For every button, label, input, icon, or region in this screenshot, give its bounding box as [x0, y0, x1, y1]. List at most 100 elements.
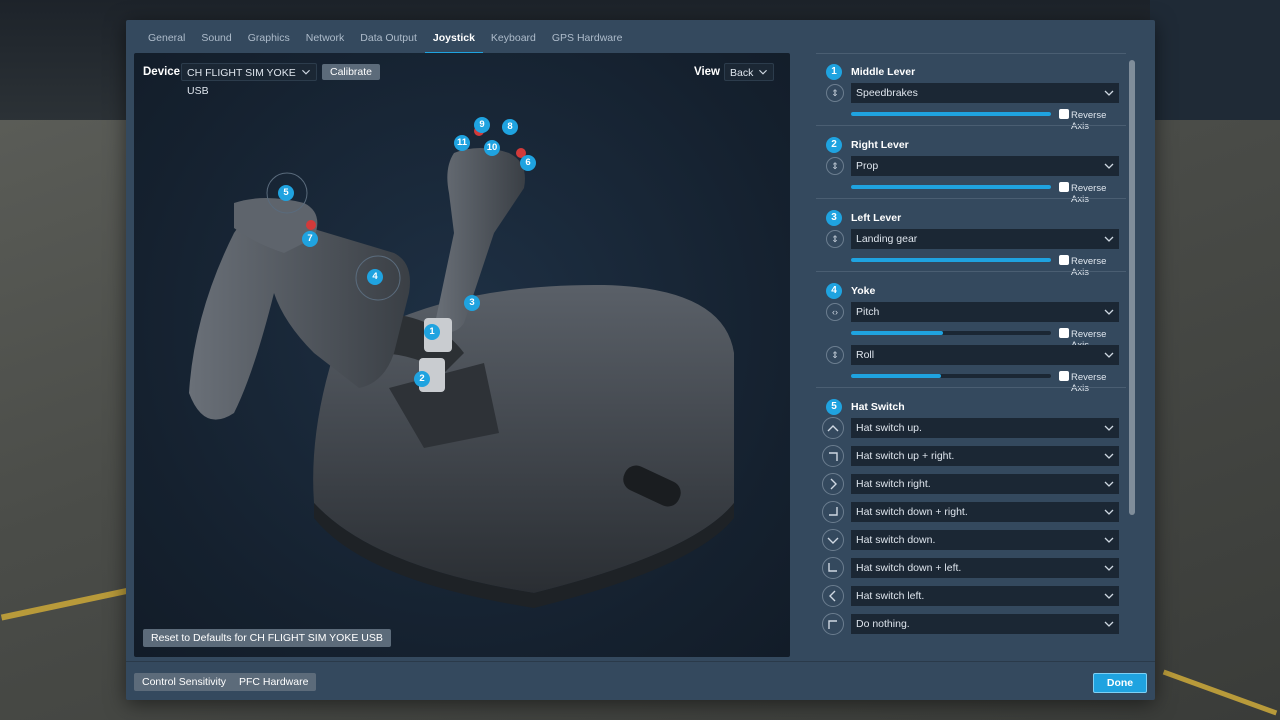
yoke-roll-axis-slider[interactable] [851, 374, 1051, 378]
hat-up-right-select[interactable]: Hat switch up + right. [851, 446, 1119, 466]
marker-10[interactable]: 10 [484, 140, 500, 156]
chevron-down-icon [1103, 474, 1115, 494]
middle-lever-reverse-checkbox[interactable] [1059, 109, 1069, 119]
marker-8[interactable]: 8 [502, 119, 518, 135]
hat-down-value: Hat switch down. [856, 534, 936, 546]
device-viewer: Device CH FLIGHT SIM YOKE USB Calibrate … [134, 53, 790, 657]
tab-gps-hardware[interactable]: GPS Hardware [544, 30, 631, 52]
hat-up-right-icon [822, 445, 844, 467]
right-lever-value: Prop [856, 160, 879, 172]
hat-down-left-select[interactable]: Hat switch down + left. [851, 558, 1119, 578]
chevron-down-icon [1103, 229, 1115, 249]
pfc-hardware-button[interactable]: PFC Hardware [231, 673, 317, 691]
yoke-pitch-reverse-checkbox[interactable] [1059, 328, 1069, 338]
hat-left-select[interactable]: Hat switch left. [851, 586, 1119, 606]
reset-defaults-button[interactable]: Reset to Defaults for CH FLIGHT SIM YOKE… [143, 629, 391, 647]
yoke-roll-reverse-checkbox[interactable] [1059, 371, 1069, 381]
hat-up-left-icon [822, 613, 844, 635]
tab-network[interactable]: Network [298, 30, 353, 52]
reverse-axis-label: Reverse Axis [1071, 183, 1107, 205]
yoke-pitch-value: Pitch [856, 306, 880, 318]
chevron-down-icon [1103, 446, 1115, 466]
chevron-down-icon [1103, 502, 1115, 522]
settings-window: General Sound Graphics Network Data Outp… [126, 20, 1155, 700]
hat-left-value: Hat switch left. [856, 590, 925, 602]
hat-up-value: Hat switch up. [856, 422, 922, 434]
yoke-roll-value: Roll [856, 349, 875, 361]
hat-up-left-value: Do nothing. [856, 618, 910, 630]
tab-data-output[interactable]: Data Output [352, 30, 425, 52]
hat-down-right-icon [822, 501, 844, 523]
right-lever-select[interactable]: Prop [851, 156, 1119, 176]
tab-sound[interactable]: Sound [193, 30, 239, 52]
marker-2[interactable]: 2 [414, 371, 430, 387]
vertical-axis-icon: ⇕ [826, 157, 844, 175]
right-lever-reverse-checkbox[interactable] [1059, 182, 1069, 192]
tab-graphics[interactable]: Graphics [240, 30, 298, 52]
hat-right-select[interactable]: Hat switch right. [851, 474, 1119, 494]
section-number-3: 3 [826, 210, 842, 226]
marker-7[interactable]: 7 [302, 231, 318, 247]
hat-down-select[interactable]: Hat switch down. [851, 530, 1119, 550]
hat-down-left-icon [822, 557, 844, 579]
vertical-axis-icon: ⇕ [826, 84, 844, 102]
hat-down-left-value: Hat switch down + left. [856, 562, 962, 574]
marker-11[interactable]: 11 [454, 135, 470, 151]
hat-right-value: Hat switch right. [856, 478, 931, 490]
hat-up-select[interactable]: Hat switch up. [851, 418, 1119, 438]
yoke-roll-select[interactable]: Roll [851, 345, 1119, 365]
section-title-hat-switch: Hat Switch [851, 401, 905, 413]
chevron-down-icon [1103, 156, 1115, 176]
marker-1[interactable]: 1 [424, 324, 440, 340]
hat-left-icon [822, 585, 844, 607]
right-lever-axis-slider[interactable] [851, 185, 1051, 189]
left-lever-value: Landing gear [856, 233, 918, 245]
chevron-down-icon [1103, 558, 1115, 578]
middle-lever-select[interactable]: Speedbrakes [851, 83, 1119, 103]
section-title-left-lever: Left Lever [851, 212, 902, 224]
panel-scrollbar[interactable] [1129, 60, 1135, 515]
marker-3[interactable]: 3 [464, 295, 480, 311]
vertical-axis-icon: ⇕ [826, 230, 844, 248]
marker-6[interactable]: 6 [520, 155, 536, 171]
hat-right-icon [822, 473, 844, 495]
middle-lever-axis-slider[interactable] [851, 112, 1051, 116]
control-sensitivity-button[interactable]: Control Sensitivity [134, 673, 235, 691]
chevron-down-icon [1103, 614, 1115, 634]
section-number-4: 4 [826, 283, 842, 299]
section-number-2: 2 [826, 137, 842, 153]
section-title-right-lever: Right Lever [851, 139, 909, 151]
chevron-down-icon [1103, 586, 1115, 606]
hat-down-right-select[interactable]: Hat switch down + right. [851, 502, 1119, 522]
chevron-down-icon [1103, 345, 1115, 365]
yoke-pitch-select[interactable]: Pitch [851, 302, 1119, 322]
reverse-axis-label: Reverse Axis [1071, 110, 1107, 132]
section-title-middle-lever: Middle Lever [851, 66, 916, 78]
axis-assignment-panel: 1 Middle Lever ⇕ Speedbrakes Reverse Axi… [816, 53, 1126, 649]
tab-keyboard[interactable]: Keyboard [483, 30, 544, 52]
marker-9[interactable]: 9 [474, 117, 490, 133]
left-lever-reverse-checkbox[interactable] [1059, 255, 1069, 265]
tab-general[interactable]: General [140, 30, 193, 52]
hat-up-left-select[interactable]: Do nothing. [851, 614, 1119, 634]
left-lever-select[interactable]: Landing gear [851, 229, 1119, 249]
chevron-down-icon [1103, 83, 1115, 103]
reverse-axis-label: Reverse Axis [1071, 372, 1107, 394]
section-title-yoke: Yoke [851, 285, 876, 297]
left-lever-axis-slider[interactable] [851, 258, 1051, 262]
tab-joystick[interactable]: Joystick [424, 30, 483, 55]
horizontal-axis-icon: ‹› [826, 303, 844, 321]
section-number-1: 1 [826, 64, 842, 80]
middle-lever-value: Speedbrakes [856, 87, 918, 99]
marker-5[interactable]: 5 [278, 185, 294, 201]
chevron-down-icon [1103, 530, 1115, 550]
marker-4[interactable]: 4 [367, 269, 383, 285]
hat-up-right-value: Hat switch up + right. [856, 450, 955, 462]
chevron-down-icon [1103, 418, 1115, 438]
done-button[interactable]: Done [1093, 673, 1147, 693]
section-number-5: 5 [826, 399, 842, 415]
vertical-axis-icon: ⇕ [826, 346, 844, 364]
hat-down-right-value: Hat switch down + right. [856, 506, 968, 518]
chevron-down-icon [1103, 302, 1115, 322]
yoke-pitch-axis-slider[interactable] [851, 331, 1051, 335]
